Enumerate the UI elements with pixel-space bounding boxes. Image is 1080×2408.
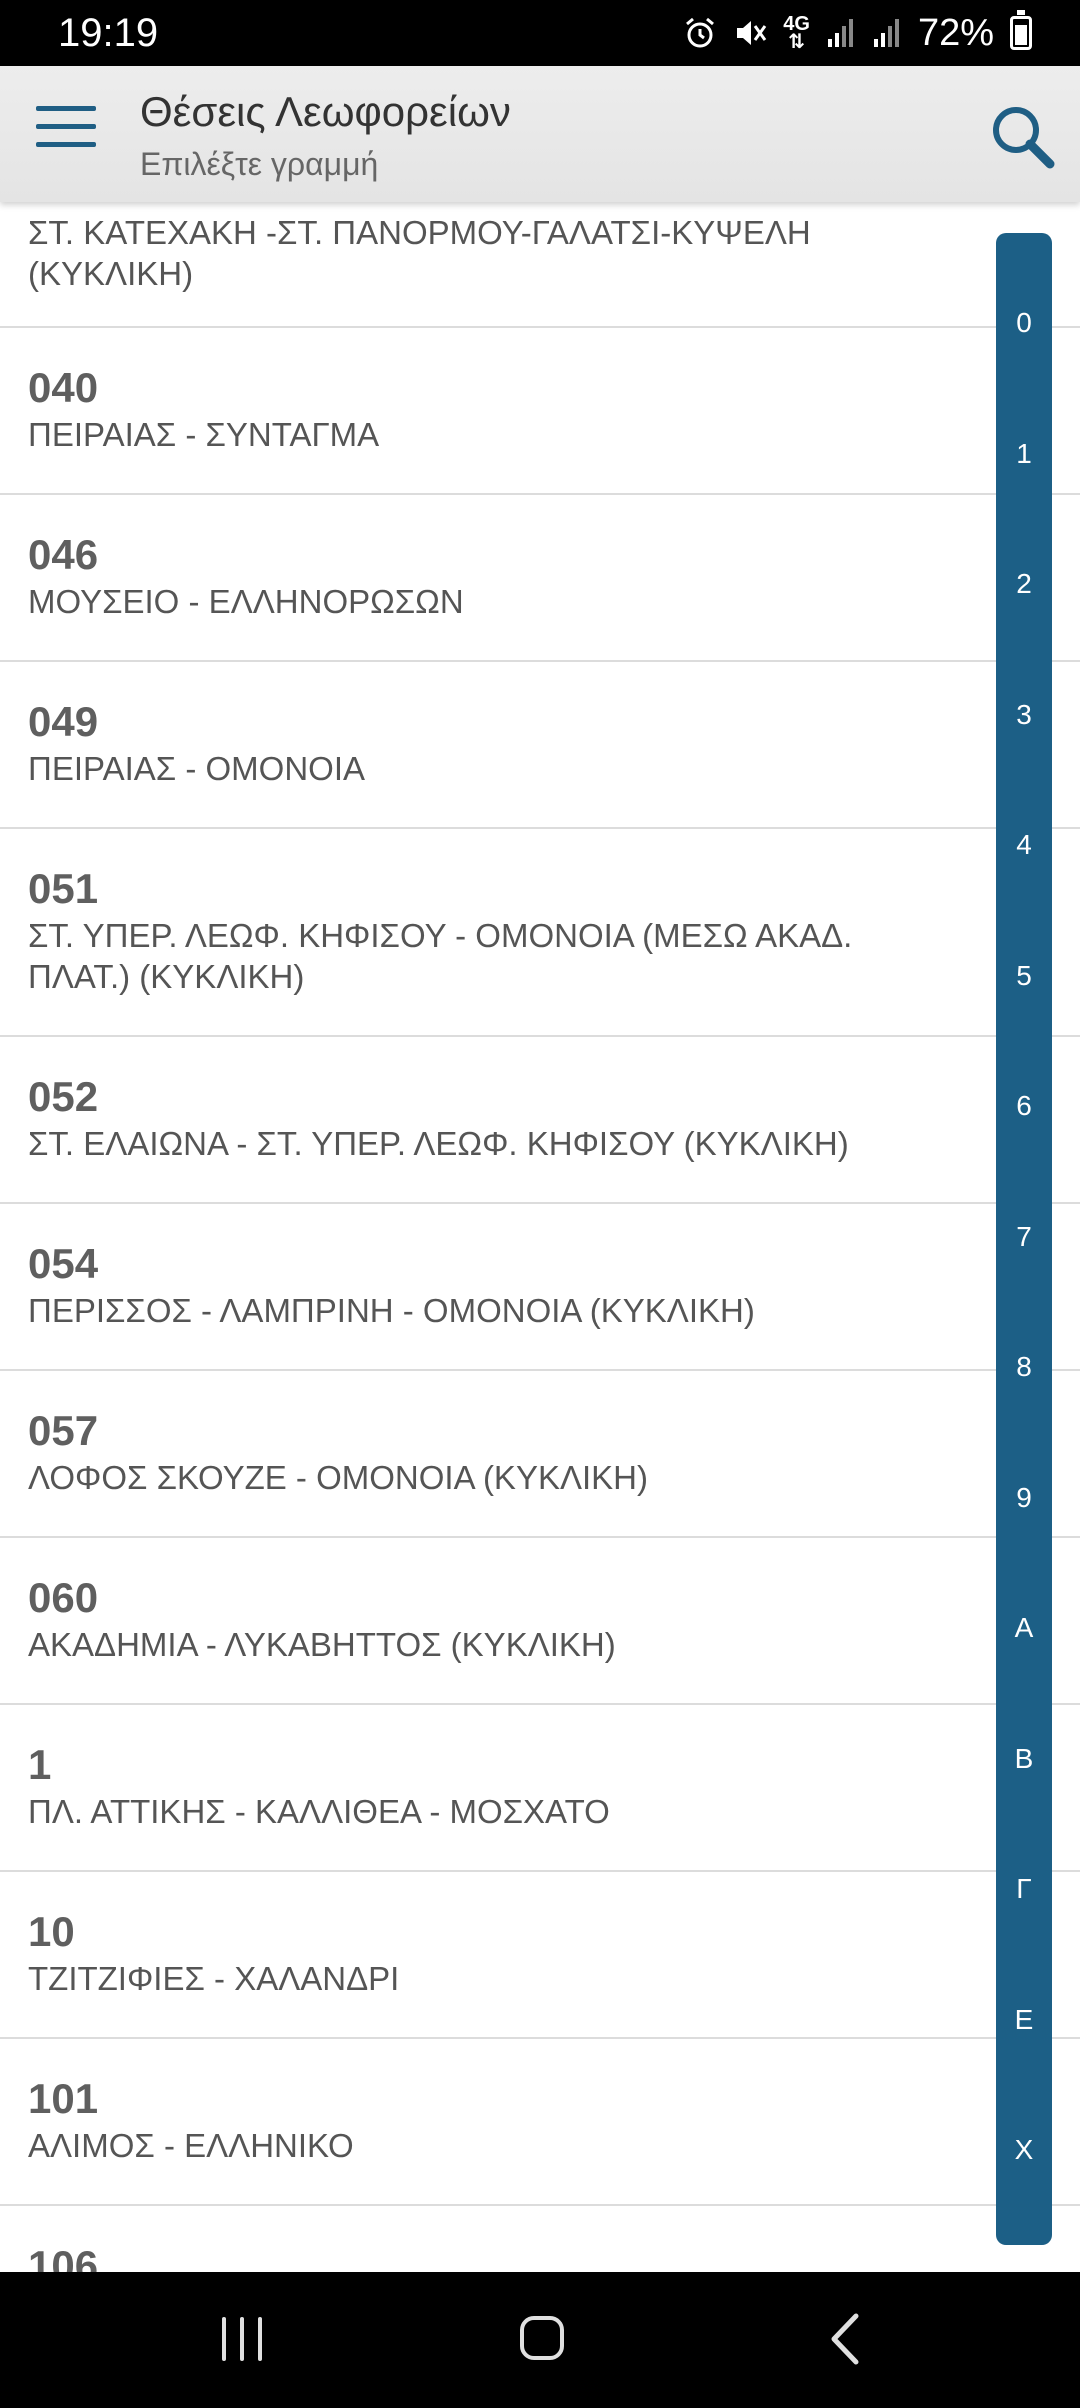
list-item[interactable]: 054 ΠΕΡΙΣΣΟΣ - ΛΑΜΠΡΙΝΗ - ΟΜΟΝΟΙΑ (ΚΥΚΛΙ…: [0, 1204, 1080, 1371]
index-letter[interactable]: Γ: [996, 1873, 1052, 1905]
list-item[interactable]: 040 ΠΕΙΡΑΙΑΣ - ΣΥΝΤΑΓΜΑ: [0, 328, 1080, 495]
list-item[interactable]: 106: [0, 2206, 1080, 2272]
status-bar: 19:19 4G ⇅ 72%: [0, 0, 1080, 66]
route-name: ΠΕΙΡΑΙΑΣ - ΣΥΝΤΑΓΜΑ: [28, 416, 380, 453]
recent-apps-button[interactable]: [218, 2317, 268, 2361]
route-name: ΣΤ. ΕΛΑΙΩΝΑ - ΣΤ. ΥΠΕΡ. ΛΕΩΦ. ΚΗΦΙΣΟΥ (Κ…: [28, 1125, 849, 1162]
route-number: 054: [28, 1240, 99, 1287]
signal-icon: [872, 8, 902, 58]
back-button[interactable]: [826, 2312, 866, 2366]
data-arrows-icon: ⇅: [788, 31, 805, 53]
list-item[interactable]: 051 ΣΤ. ΥΠΕΡ. ΛΕΩΦ. ΚΗΦΙΣΟΥ - ΟΜΟΝΟΙΑ (Μ…: [0, 829, 1080, 1037]
index-letter[interactable]: 4: [996, 829, 1052, 861]
status-time: 19:19: [58, 11, 159, 55]
route-number: 051: [28, 865, 99, 912]
route-number: 106: [28, 2242, 99, 2272]
list-item[interactable]: 10 ΤΖΙΤΖΙΦΙΕΣ - ΧΑΛΑΝΔΡΙ: [0, 1872, 1080, 2039]
route-list[interactable]: ΣΤ. ΚΑΤΕΧΑΚΗ -ΣΤ. ΠΑΝΟΡΜΟΥ-ΓΑΛΑΤΣΙ-ΚΥΨΕΛ…: [0, 202, 1080, 2272]
list-item[interactable]: 060 ΑΚΑΔΗΜΙΑ - ΛΥΚΑΒΗΤΤΟΣ (ΚΥΚΛΙΚΗ): [0, 1538, 1080, 1705]
route-number: 049: [28, 698, 99, 745]
route-name: ΛΟΦΟΣ ΣΚΟΥΖΕ - ΟΜΟΝΟΙΑ (ΚΥΚΛΙΚΗ): [28, 1459, 649, 1496]
page-title: Θέσεις Λεωφορείων: [140, 88, 511, 135]
route-name: ΠΕΡΙΣΣΟΣ - ΛΑΜΠΡΙΝΗ - ΟΜΟΝΟΙΑ (ΚΥΚΛΙΚΗ): [28, 1292, 755, 1329]
home-button[interactable]: [520, 2316, 564, 2360]
index-letter[interactable]: E: [996, 2004, 1052, 2036]
route-name: ΠΛ. ΑΤΤΙΚΗΣ - ΚΑΛΛΙΘΕΑ - ΜΟΣΧΑΤΟ: [28, 1793, 610, 1830]
index-letter[interactable]: 2: [996, 568, 1052, 600]
route-number: 057: [28, 1407, 99, 1454]
route-name: ΜΟΥΣΕΙΟ - ΕΛΛΗΝΟΡΩΣΩΝ: [28, 583, 464, 620]
network-type-icon: 4G ⇅: [783, 8, 810, 58]
app-bar: Θέσεις Λεωφορείων Επιλέξτε γραμμή: [0, 66, 1080, 202]
search-icon[interactable]: [988, 102, 1058, 172]
route-number: 052: [28, 1073, 99, 1120]
index-letter[interactable]: A: [996, 1612, 1052, 1644]
route-number: 046: [28, 531, 99, 578]
navigation-bar: [0, 2272, 1080, 2408]
list-item[interactable]: 101 ΑΛΙΜΟΣ - ΕΛΛΗΝΙΚΟ: [0, 2039, 1080, 2206]
route-name: ΑΚΑΔΗΜΙΑ - ΛΥΚΑΒΗΤΤΟΣ (ΚΥΚΛΙΚΗ): [28, 1626, 616, 1663]
route-name: ΤΖΙΤΖΙΦΙΕΣ - ΧΑΛΑΝΔΡΙ: [28, 1960, 400, 1997]
route-number: 1: [28, 1741, 52, 1788]
route-number: 101: [28, 2075, 99, 2122]
list-item[interactable]: ΣΤ. ΚΑΤΕΧΑΚΗ -ΣΤ. ΠΑΝΟΡΜΟΥ-ΓΑΛΑΤΣΙ-ΚΥΨΕΛ…: [0, 202, 1080, 328]
index-letter[interactable]: 9: [996, 1482, 1052, 1514]
list-item[interactable]: 052 ΣΤ. ΕΛΑΙΩΝΑ - ΣΤ. ΥΠΕΡ. ΛΕΩΦ. ΚΗΦΙΣΟ…: [0, 1037, 1080, 1204]
route-number: 040: [28, 364, 99, 411]
battery-icon: [1010, 8, 1032, 58]
route-name: ΠΕΙΡΑΙΑΣ - ΟΜΟΝΟΙΑ: [28, 750, 365, 787]
route-number: 10: [28, 1908, 75, 1955]
route-number: 060: [28, 1574, 99, 1621]
list-item[interactable]: 057 ΛΟΦΟΣ ΣΚΟΥΖΕ - ΟΜΟΝΟΙΑ (ΚΥΚΛΙΚΗ): [0, 1371, 1080, 1538]
page-subtitle: Επιλέξτε γραμμή: [140, 146, 379, 182]
status-icons: 4G ⇅ 72%: [683, 8, 1032, 58]
index-letter[interactable]: 3: [996, 699, 1052, 731]
index-letter[interactable]: 6: [996, 1090, 1052, 1122]
index-letter[interactable]: B: [996, 1743, 1052, 1775]
list-item[interactable]: 046 ΜΟΥΣΕΙΟ - ΕΛΛΗΝΟΡΩΣΩΝ: [0, 495, 1080, 662]
list-item[interactable]: 1 ΠΛ. ΑΤΤΙΚΗΣ - ΚΑΛΛΙΘΕΑ - ΜΟΣΧΑΤΟ: [0, 1705, 1080, 1872]
index-letter[interactable]: 5: [996, 960, 1052, 992]
index-letter[interactable]: 0: [996, 307, 1052, 339]
list-item[interactable]: 049 ΠΕΙΡΑΙΑΣ - ΟΜΟΝΟΙΑ: [0, 662, 1080, 829]
alarm-icon: [683, 8, 717, 58]
index-letter[interactable]: 1: [996, 438, 1052, 470]
route-name: ΣΤ. ΥΠΕΡ. ΛΕΩΦ. ΚΗΦΙΣΟΥ - ΟΜΟΝΟΙΑ (ΜΕΣΩ …: [28, 917, 853, 995]
mute-icon: [733, 8, 767, 58]
battery-percent: 72%: [917, 11, 994, 54]
index-letter[interactable]: X: [996, 2134, 1052, 2166]
index-letter[interactable]: 7: [996, 1221, 1052, 1253]
route-name: ΑΛΙΜΟΣ - ΕΛΛΗΝΙΚΟ: [28, 2127, 354, 2164]
index-scrollbar[interactable]: 0 1 2 3 4 5 6 7 8 9 A B Γ E X: [996, 233, 1052, 2245]
index-letter[interactable]: 8: [996, 1351, 1052, 1383]
route-name: ΣΤ. ΚΑΤΕΧΑΚΗ -ΣΤ. ΠΑΝΟΡΜΟΥ-ΓΑΛΑΤΣΙ-ΚΥΨΕΛ…: [28, 214, 811, 292]
hamburger-menu-icon[interactable]: [36, 106, 96, 158]
signal-icon: [826, 8, 856, 58]
